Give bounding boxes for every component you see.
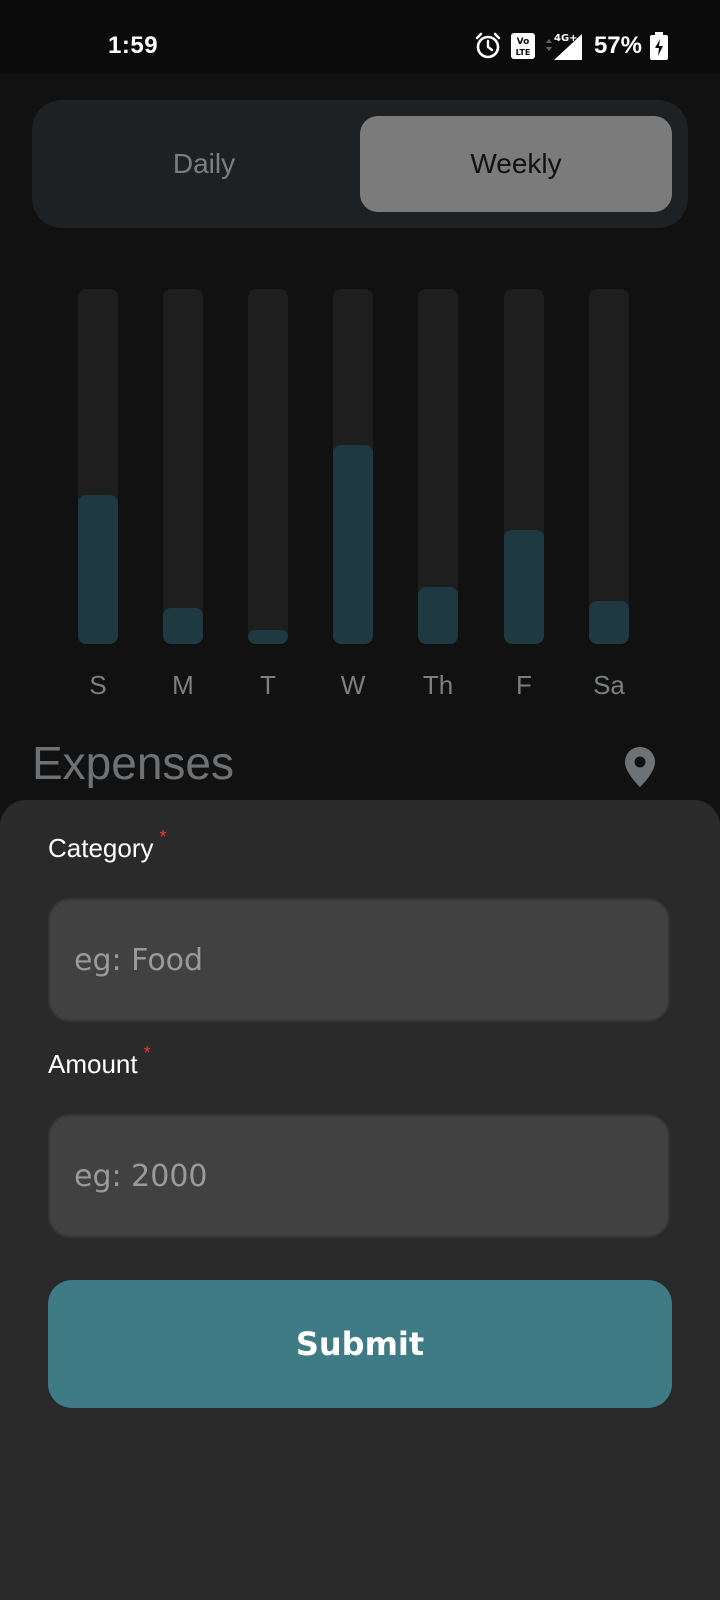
bar-fill bbox=[248, 630, 288, 644]
bar-track bbox=[418, 289, 458, 644]
bar-track bbox=[333, 289, 373, 644]
weekly-chart: S M T W Th F Sa bbox=[0, 285, 720, 695]
toggle-daily[interactable]: Daily bbox=[48, 116, 360, 212]
svg-text:Vo: Vo bbox=[517, 37, 530, 47]
app-screen: 1:59 Vo LTE 4G+ 57% Daily Weekly S M T W… bbox=[0, 0, 720, 1600]
bar-track bbox=[163, 289, 203, 644]
signal-icon: 4G+ bbox=[544, 31, 584, 61]
battery-charging-icon bbox=[650, 32, 668, 60]
bar-fill bbox=[78, 495, 118, 644]
bar-track bbox=[589, 289, 629, 644]
amount-label: Amount * bbox=[48, 1043, 151, 1080]
bar-label: T bbox=[260, 670, 276, 695]
submit-button[interactable]: Submit bbox=[48, 1280, 672, 1408]
map-pin-icon[interactable] bbox=[624, 746, 656, 793]
status-icons: Vo LTE 4G+ 57% bbox=[474, 31, 668, 61]
status-time: 1:59 bbox=[108, 32, 159, 59]
bar-fill bbox=[589, 601, 629, 644]
bar-label: S bbox=[89, 670, 107, 695]
bar-track bbox=[78, 289, 118, 644]
amount-input[interactable] bbox=[48, 1114, 670, 1238]
bar-label: F bbox=[516, 670, 532, 695]
svg-text:LTE: LTE bbox=[516, 48, 531, 57]
bar-label: Th bbox=[422, 670, 454, 695]
amount-label-text: Amount bbox=[48, 1049, 138, 1079]
bar-fill bbox=[163, 608, 203, 644]
bar-track bbox=[504, 289, 544, 644]
expenses-title: Expenses bbox=[32, 738, 235, 788]
status-bar: 1:59 Vo LTE 4G+ 57% bbox=[0, 0, 720, 74]
bar-label: M bbox=[172, 670, 194, 695]
category-label: Category * bbox=[48, 827, 167, 864]
add-expense-sheet: Category* Amount* Submit bbox=[0, 800, 720, 1600]
bar-fill bbox=[418, 587, 458, 644]
category-label-text: Category bbox=[48, 833, 154, 863]
period-toggle: Daily Weekly bbox=[32, 100, 688, 228]
required-marker: * bbox=[159, 827, 167, 847]
bar-track bbox=[248, 289, 288, 644]
category-input[interactable] bbox=[48, 898, 670, 1022]
bar-fill bbox=[333, 445, 373, 644]
required-marker: * bbox=[143, 1043, 151, 1063]
alarm-icon bbox=[474, 32, 502, 60]
bar-label: W bbox=[340, 670, 366, 695]
battery-percent: 57% bbox=[593, 32, 642, 59]
bar-fill bbox=[504, 530, 544, 644]
toggle-weekly[interactable]: Weekly bbox=[360, 116, 672, 212]
bar-label: Sa bbox=[593, 670, 625, 695]
volte-icon: Vo LTE bbox=[510, 32, 536, 60]
